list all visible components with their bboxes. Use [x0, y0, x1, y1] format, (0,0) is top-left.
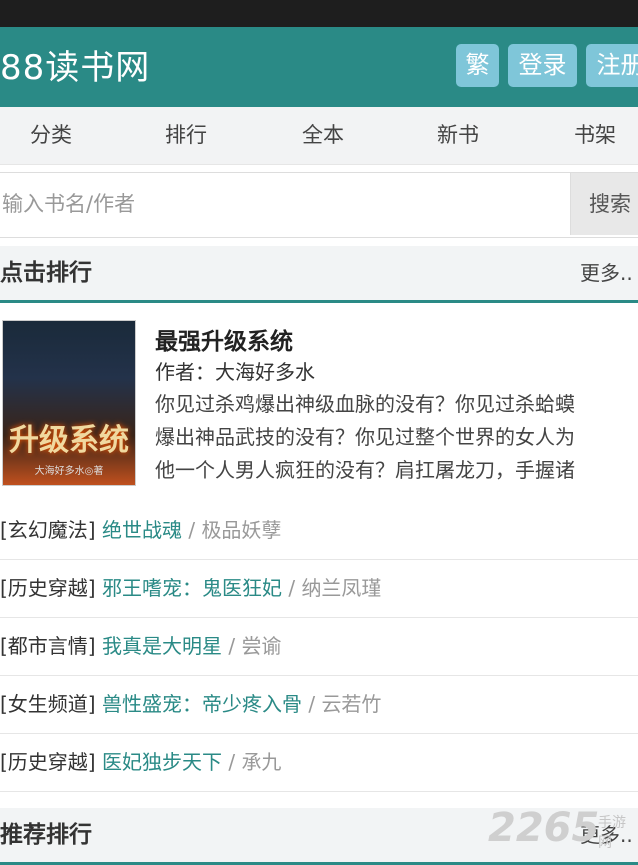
separator: / — [308, 692, 322, 716]
watermark-text: 手游网 — [598, 815, 626, 851]
description-line: 他一个人男人疯狂的没有？肩扛屠龙刀，手握诸 — [155, 458, 575, 482]
rank-author: 尝谕 — [241, 634, 282, 658]
rank-list-item: [都市言情] 我真是大明星 / 尝谕 — [0, 618, 638, 676]
watermark-logo: 2265 — [488, 805, 600, 851]
featured-book-description: 你见过杀鸡爆出神级血脉的没有？你见过杀蛤蟆 爆出神品武技的没有？你见过整个世界的… — [155, 388, 638, 488]
separator: / — [228, 634, 242, 658]
separator: / — [228, 750, 242, 774]
rank-book-link[interactable]: 绝世战魂 — [102, 518, 182, 542]
rank-category[interactable]: [玄幻魔法] — [0, 518, 96, 542]
description-line: 爆出神品武技的没有？你见过整个世界的女人为 — [155, 425, 575, 449]
rank-category[interactable]: [历史穿越] — [0, 750, 96, 774]
register-button[interactable]: 注册 — [586, 44, 638, 87]
search-input[interactable] — [0, 173, 562, 235]
rank-category[interactable]: [都市言情] — [0, 634, 96, 658]
nav-completed[interactable]: 全本 — [283, 107, 363, 164]
nav-bookshelf[interactable]: 书架 — [555, 107, 635, 164]
site-logo[interactable]: 88读书网 — [0, 40, 150, 89]
search-button[interactable]: 搜索 — [570, 173, 638, 235]
cover-author: 大海好多水◎著 — [34, 466, 104, 477]
rank-author: 纳兰凤瑾 — [301, 576, 382, 600]
site-header: 88读书网 繁 登录 注册 — [0, 27, 638, 107]
book-cover[interactable]: 升级系统 大海好多水◎著 — [2, 320, 136, 486]
section-title: 推荐排行 — [0, 822, 92, 848]
search-bar: 搜索 — [0, 172, 638, 238]
featured-book-title[interactable]: 最强升级系统 — [155, 322, 293, 356]
rank-author: 极品妖孽 — [201, 518, 282, 542]
click-rank-header: 点击排行 更多.. — [0, 246, 638, 303]
nav-category[interactable]: 分类 — [11, 107, 91, 164]
featured-book-author: 作者：大海好多水 — [155, 360, 315, 384]
traditional-chinese-button[interactable]: 繁 — [456, 44, 499, 87]
separator: / — [288, 576, 302, 600]
rank-list-item: [历史穿越] 医妃独步天下 / 承九 — [0, 734, 638, 792]
more-link[interactable]: 更多.. — [580, 246, 633, 300]
rank-author: 承九 — [241, 750, 282, 774]
main-nav: 分类 排行 全本 新书 书架 — [0, 107, 638, 165]
status-bar — [0, 0, 638, 27]
separator: / — [188, 518, 202, 542]
login-button[interactable]: 登录 — [508, 44, 577, 87]
rank-book-link[interactable]: 邪王嗜宠：鬼医狂妃 — [102, 576, 282, 600]
rank-book-link[interactable]: 医妃独步天下 — [102, 750, 222, 774]
rank-book-link[interactable]: 兽性盛宠：帝少疼入骨 — [102, 692, 302, 716]
nav-new-books[interactable]: 新书 — [418, 107, 498, 164]
cover-title: 升级系统 — [9, 423, 129, 458]
rank-category[interactable]: [历史穿越] — [0, 576, 96, 600]
rank-list-item: [玄幻魔法] 绝世战魂 / 极品妖孽 — [0, 502, 638, 560]
rank-book-link[interactable]: 我真是大明星 — [102, 634, 222, 658]
rank-list-item: [历史穿越] 邪王嗜宠：鬼医狂妃 / 纳兰凤瑾 — [0, 560, 638, 618]
description-line: 你见过杀鸡爆出神级血脉的没有？你见过杀蛤蟆 — [155, 392, 575, 416]
nav-ranking[interactable]: 排行 — [146, 107, 226, 164]
section-title: 点击排行 — [0, 260, 92, 286]
rank-list-item: [女生频道] 兽性盛宠：帝少疼入骨 / 云若竹 — [0, 676, 638, 734]
rank-category[interactable]: [女生频道] — [0, 692, 96, 716]
rank-author: 云若竹 — [321, 692, 382, 716]
